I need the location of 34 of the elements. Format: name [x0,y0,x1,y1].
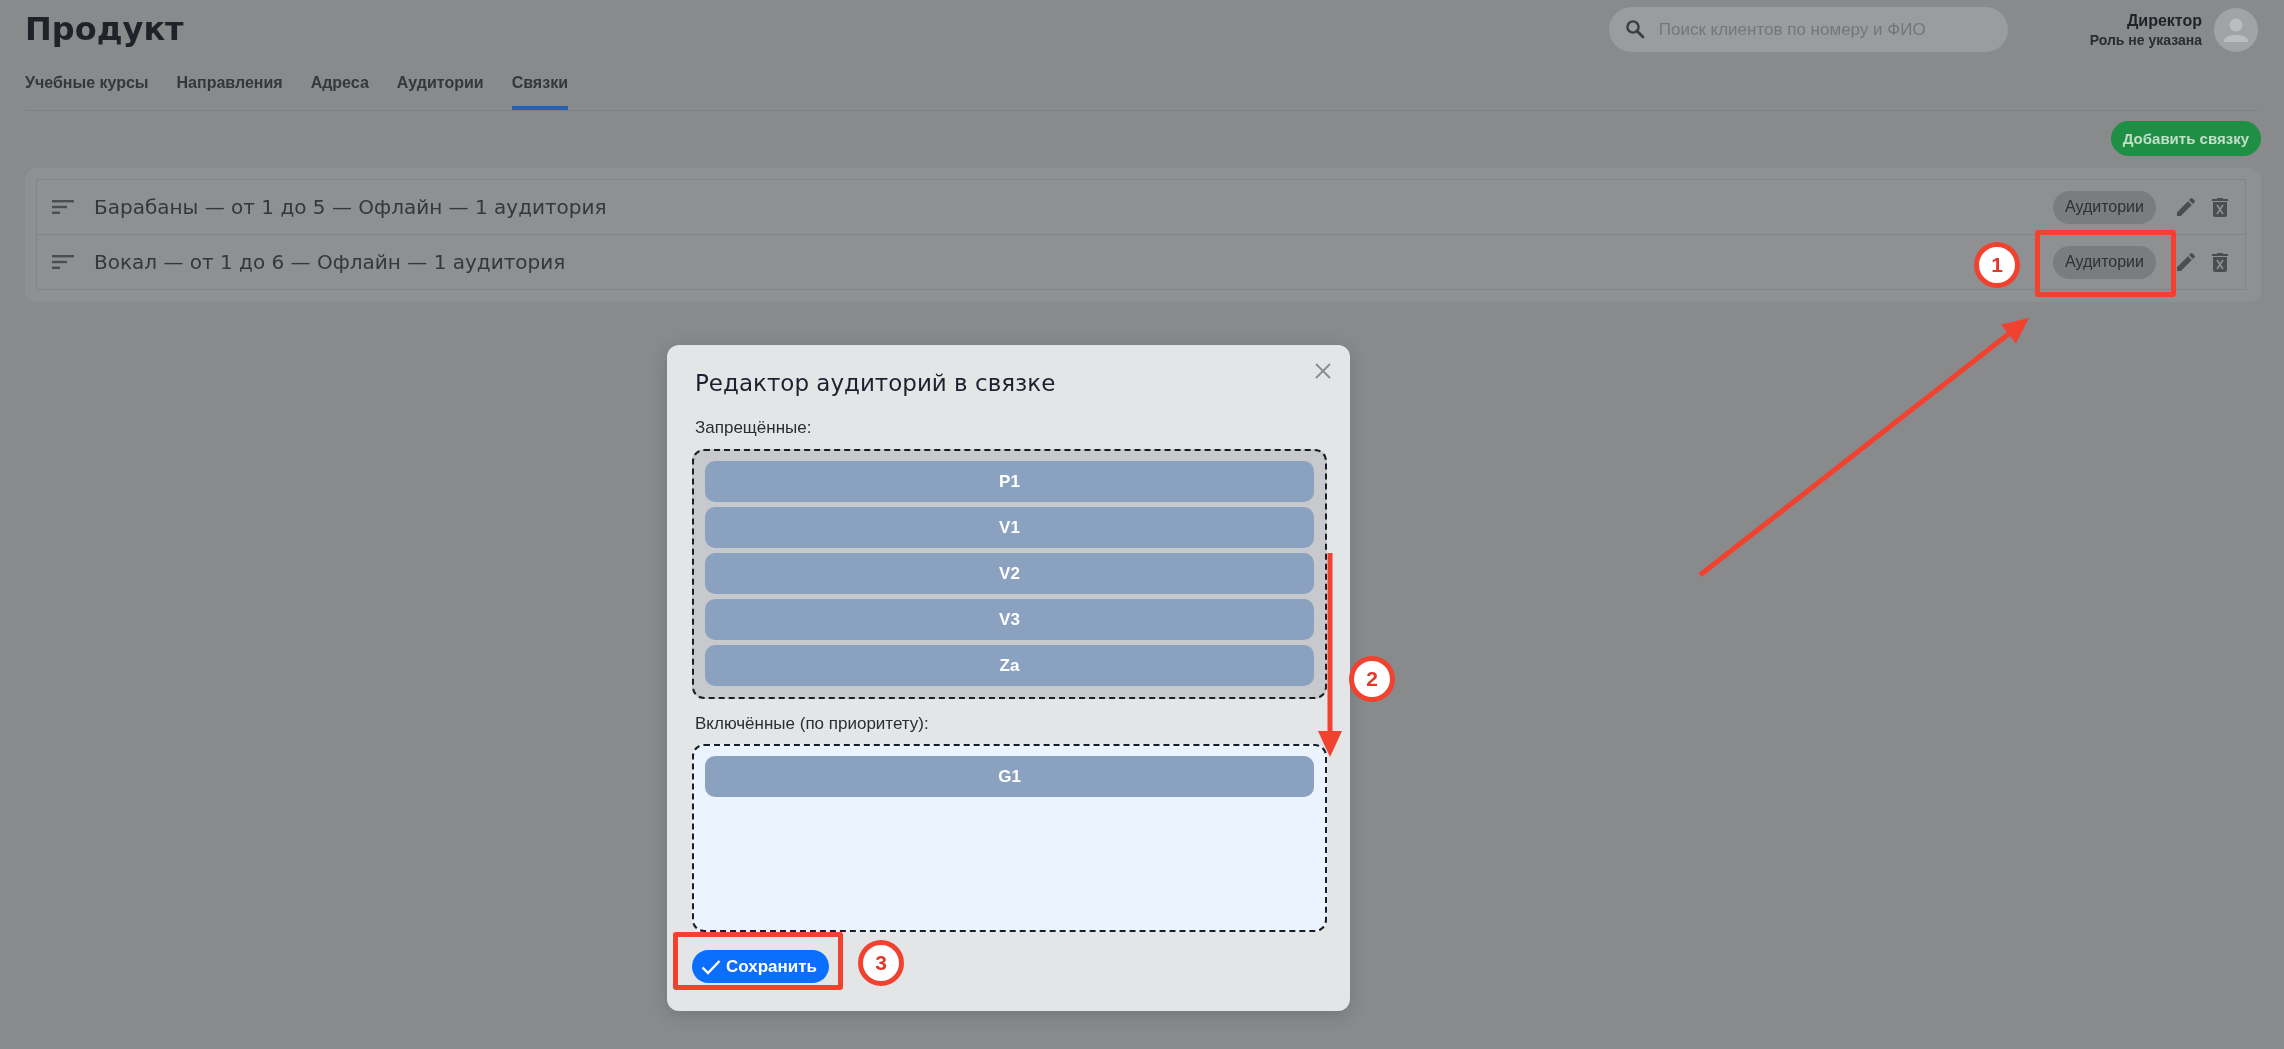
room-chip[interactable]: Za [705,645,1314,686]
room-chip[interactable]: V2 [705,553,1314,594]
bundle-title: Барабаны — от 1 до 5 — Офлайн — 1 аудитория [94,195,607,219]
tab[interactable]: Учебные курсы [25,73,149,110]
check-icon [701,958,721,975]
bundle-title: Вокал — от 1 до 6 — Офлайн — 1 аудитория [94,250,566,274]
section-label: Запрещённые: [695,417,812,439]
room-chip[interactable]: V1 [705,507,1314,548]
search-icon [1624,19,1645,39]
rooms-button[interactable]: Аудитории [2052,245,2156,279]
close-icon[interactable] [1315,363,1331,379]
add-bundle-button[interactable]: Добавить связку [2110,121,2261,156]
sort-icon[interactable] [52,200,74,214]
pencil-icon[interactable] [2177,198,2195,216]
tab[interactable]: Связки [511,73,568,110]
room-chip[interactable]: V3 [705,599,1314,640]
pencil-icon[interactable] [2177,253,2195,271]
tab[interactable]: Направления [176,73,283,110]
page-title: Продукт [25,9,184,50]
dialog-title: Редактор аудиторий в связке [695,369,1056,397]
room-chip[interactable]: G1 [705,756,1314,797]
user-name: Директор [2126,10,2202,31]
tab[interactable]: Адреса [310,73,369,110]
sort-icon[interactable] [52,255,74,269]
step-number-badge: 2 [1349,656,1395,702]
save-button[interactable]: Сохранить [692,950,830,983]
section-label: Включённые (по приоритету): [695,713,929,735]
tab[interactable]: Аудитории [396,73,484,110]
trash-icon[interactable] [2212,197,2228,217]
avatar-icon[interactable] [2214,7,2258,52]
trash-icon[interactable] [2212,252,2228,272]
rooms-button[interactable]: Аудитории [2052,190,2156,224]
room-chip[interactable]: P1 [705,461,1314,502]
user-role: Роль не указана [2089,30,2202,49]
